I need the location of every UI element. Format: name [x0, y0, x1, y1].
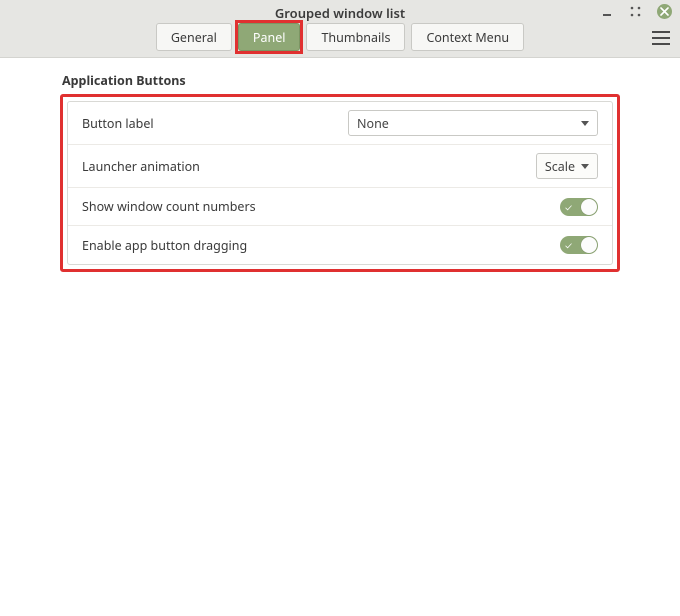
tab-label: General — [171, 29, 217, 46]
tab-panel[interactable]: Panel — [238, 23, 301, 51]
hamburger-menu-icon[interactable] — [652, 31, 670, 45]
settings-panel: Button label None Launcher animation Sca… — [67, 101, 613, 265]
dropdown-value: None — [357, 115, 389, 132]
row-enable-dragging: Enable app button dragging ✓ — [68, 226, 612, 264]
window-title: Grouped window list — [0, 4, 680, 22]
close-button[interactable] — [657, 4, 672, 19]
settings-window: Grouped window list General — [0, 0, 680, 616]
titlebar: Grouped window list General — [0, 0, 680, 58]
enable-dragging-toggle[interactable]: ✓ — [560, 236, 598, 254]
row-label: Button label — [82, 115, 154, 132]
maximize-button[interactable] — [628, 4, 643, 19]
row-show-window-count: Show window count numbers ✓ — [68, 188, 612, 226]
tab-label: Context Menu — [426, 29, 509, 46]
window-controls — [599, 4, 672, 19]
minimize-button[interactable] — [599, 4, 614, 19]
toggle-knob — [581, 237, 597, 253]
tab-thumbnails[interactable]: Thumbnails — [306, 23, 405, 51]
check-icon: ✓ — [565, 240, 572, 250]
row-launcher-animation: Launcher animation Scale — [68, 145, 612, 188]
check-icon: ✓ — [565, 202, 572, 212]
toggle-knob — [581, 199, 597, 215]
content-area: Application Buttons Button label None La… — [0, 58, 680, 616]
dropdown-value: Scale — [545, 158, 575, 175]
row-label: Launcher animation — [82, 158, 200, 175]
row-label: Show window count numbers — [82, 198, 256, 215]
show-window-count-toggle[interactable]: ✓ — [560, 198, 598, 216]
launcher-animation-dropdown[interactable]: Scale — [536, 153, 598, 179]
tabs: General Panel Thumbnails Context Menu — [0, 23, 680, 51]
highlight-frame: Button label None Launcher animation Sca… — [60, 94, 620, 272]
section-title: Application Buttons — [62, 72, 620, 89]
chevron-down-icon — [581, 164, 589, 169]
tab-general[interactable]: General — [156, 23, 232, 51]
row-label: Enable app button dragging — [82, 237, 247, 254]
row-button-label: Button label None — [68, 102, 612, 145]
tab-label: Panel — [253, 29, 286, 46]
chevron-down-icon — [581, 121, 589, 126]
tab-context-menu[interactable]: Context Menu — [411, 23, 524, 51]
tab-label: Thumbnails — [321, 29, 390, 46]
button-label-dropdown[interactable]: None — [348, 110, 598, 136]
